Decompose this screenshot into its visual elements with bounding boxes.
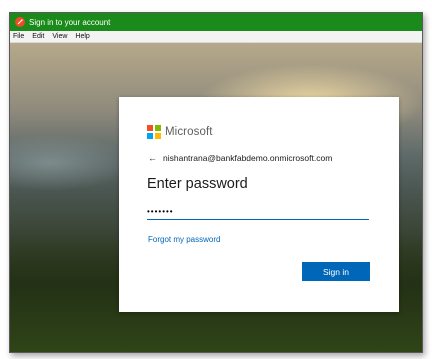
brand-name: Microsoft xyxy=(165,126,213,138)
microsoft-logo-icon xyxy=(147,125,161,139)
password-field[interactable] xyxy=(147,203,369,220)
window-title: Sign in to your account xyxy=(29,17,111,27)
signin-card: Microsoft ← nishantrana@bankfabdemo.onmi… xyxy=(119,97,399,312)
account-row: ← nishantrana@bankfabdemo.onmicrosoft.co… xyxy=(148,153,332,163)
arrow-left-icon[interactable]: ← xyxy=(148,153,157,163)
title-bar: Sign in to your account xyxy=(10,13,422,31)
menu-edit[interactable]: Edit xyxy=(28,33,48,40)
forgot-password-link[interactable]: Forgot my password xyxy=(148,235,220,244)
menu-file[interactable]: File xyxy=(10,33,28,40)
account-email: nishantrana@bankfabdemo.onmicrosoft.com xyxy=(163,153,333,163)
menu-view[interactable]: View xyxy=(48,33,71,40)
menu-help[interactable]: Help xyxy=(71,33,93,40)
menu-bar: File Edit View Help xyxy=(10,31,422,43)
page-title: Enter password xyxy=(147,176,248,192)
microsoft-logo: Microsoft xyxy=(147,125,213,139)
sign-in-button[interactable]: Sign in xyxy=(302,262,370,281)
app-icon xyxy=(15,17,25,27)
